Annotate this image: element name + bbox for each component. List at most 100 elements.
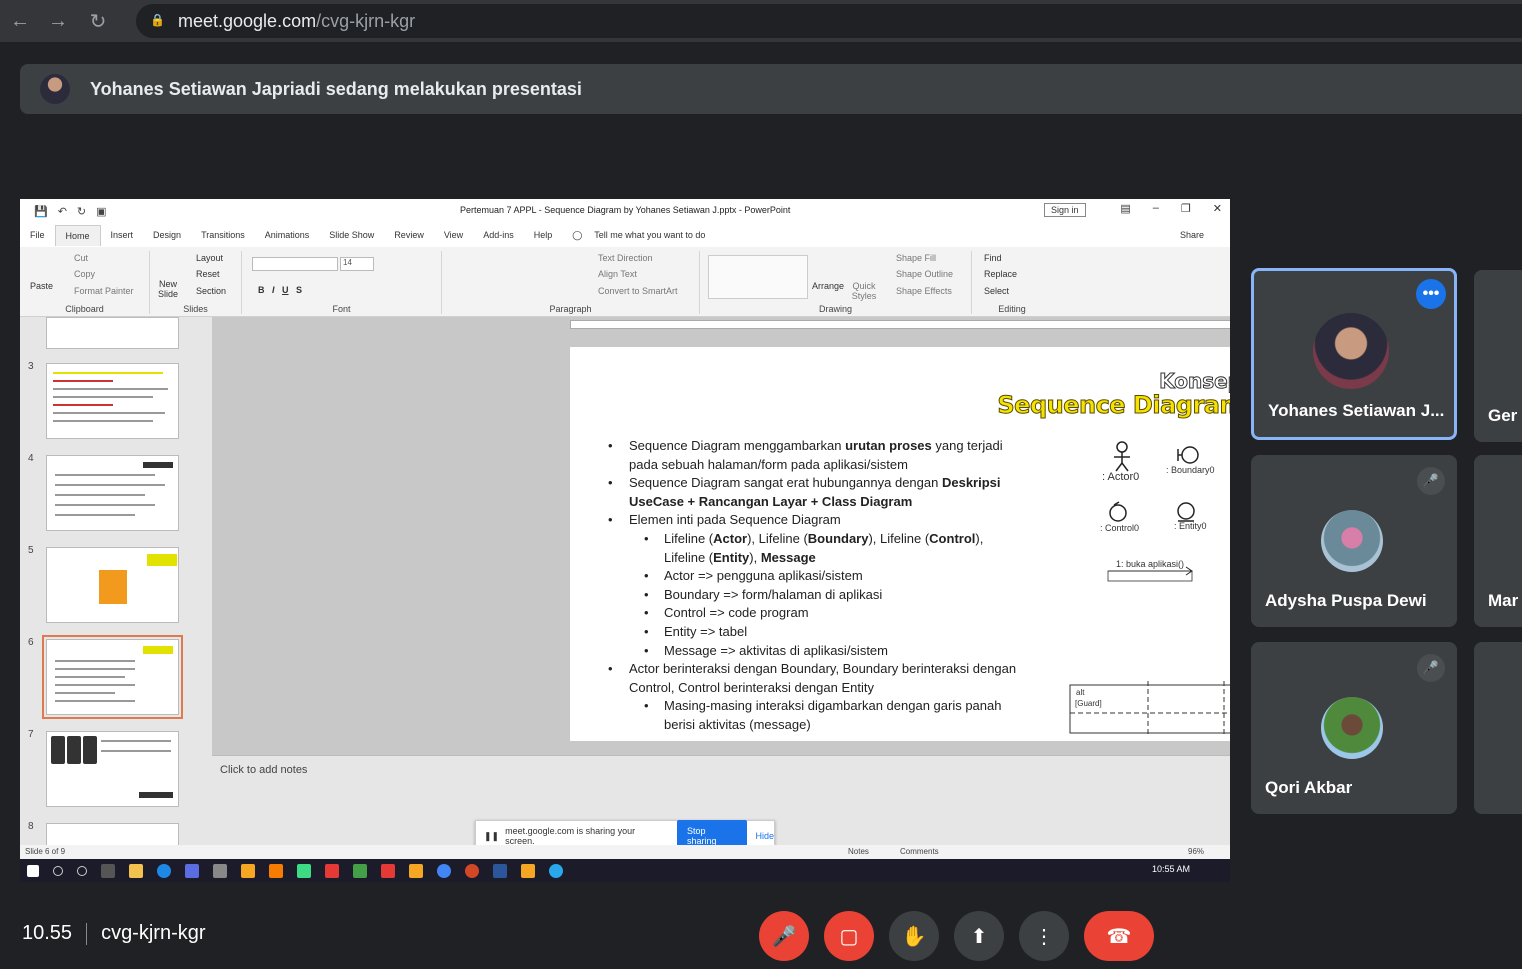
tab-animations[interactable]: Animations: [255, 230, 320, 240]
zoom-level[interactable]: 96%: [1188, 847, 1204, 856]
tab-help[interactable]: Help: [524, 230, 563, 240]
tab-review[interactable]: Review: [384, 230, 434, 240]
slide-thumbnail[interactable]: [46, 547, 179, 623]
participant-tile-active[interactable]: ••• Yohanes Setiawan J...: [1251, 268, 1457, 440]
app-icon[interactable]: [353, 863, 367, 878]
app-icon[interactable]: [213, 863, 227, 878]
cut-button[interactable]: Cut: [74, 253, 88, 263]
tab-design[interactable]: Design: [143, 230, 191, 240]
new-slide-button[interactable]: New Slide: [154, 279, 182, 299]
comments-toggle[interactable]: Comments: [900, 847, 939, 856]
replace-button[interactable]: Replace: [984, 269, 1017, 279]
layout-button[interactable]: Layout: [196, 253, 223, 263]
arrange-button[interactable]: Arrange: [812, 281, 844, 291]
app-icon[interactable]: [269, 863, 283, 878]
shape-effects-button[interactable]: Shape Effects: [896, 286, 952, 296]
font-size-field[interactable]: 14: [340, 257, 374, 271]
paragraph-group: Text Direction Align Text Convert to Sma…: [442, 251, 700, 314]
copy-button[interactable]: Copy: [74, 269, 95, 279]
shapes-gallery[interactable]: [708, 255, 808, 299]
search-icon[interactable]: [53, 865, 63, 876]
current-slide[interactable]: Konsep Sequence Diagram Sequence Diagram…: [570, 347, 1230, 741]
app-icon[interactable]: [521, 863, 535, 878]
powerpoint-icon[interactable]: [465, 863, 479, 878]
start-slideshow-icon[interactable]: ▣: [96, 205, 106, 218]
present-button[interactable]: ⬆: [954, 911, 1004, 961]
app-icon[interactable]: [381, 863, 395, 878]
task-view-icon[interactable]: [101, 863, 115, 878]
cortana-icon[interactable]: [77, 865, 87, 876]
clipboard-group: Paste Cut Copy Format Painter Clipboard: [20, 251, 150, 314]
app-icon[interactable]: [185, 863, 199, 878]
slide-thumbnail-selected[interactable]: [42, 635, 183, 719]
sign-in-button[interactable]: Sign in: [1044, 203, 1086, 217]
slide-thumbnail[interactable]: [46, 823, 179, 847]
participant-tile[interactable]: Mar: [1474, 455, 1522, 627]
ribbon-display-icon[interactable]: ▤: [1120, 202, 1130, 215]
hide-button[interactable]: Hide: [755, 831, 774, 841]
paste-button[interactable]: Paste: [30, 281, 53, 291]
quick-styles-button[interactable]: Quick Styles: [850, 281, 878, 301]
chrome-icon[interactable]: [437, 863, 451, 878]
tab-add-ins[interactable]: Add-ins: [473, 230, 524, 240]
tab-home[interactable]: Home: [54, 224, 101, 246]
app-icon[interactable]: [409, 863, 423, 878]
tab-slide-show[interactable]: Slide Show: [319, 230, 384, 240]
notes-toggle[interactable]: Notes: [848, 847, 869, 856]
save-icon[interactable]: 💾: [34, 205, 48, 218]
address-bar[interactable]: 🔒 meet.google.com/cvg-kjrn-kgr: [136, 4, 1522, 38]
raise-hand-button[interactable]: ✋: [889, 911, 939, 961]
more-options-button[interactable]: ⋮: [1019, 911, 1069, 961]
slide-thumbnail[interactable]: [46, 317, 179, 349]
android-studio-icon[interactable]: [297, 863, 311, 878]
participant-tile[interactable]: 🎤 Qori Akbar: [1251, 642, 1457, 814]
clipboard-label: Clipboard: [65, 304, 104, 314]
section-button[interactable]: Section: [196, 286, 226, 296]
slide-thumbnail[interactable]: [46, 363, 179, 439]
redo-icon[interactable]: ↻: [77, 205, 86, 218]
file-explorer-icon[interactable]: [129, 863, 143, 878]
convert-smartart-button[interactable]: Convert to SmartArt: [598, 286, 678, 296]
tab-view[interactable]: View: [434, 230, 473, 240]
camera-toggle-button[interactable]: ▢: [824, 911, 874, 961]
windows-start-icon[interactable]: [27, 864, 39, 877]
bullet-item: Sequence Diagram sangat erat hubungannya…: [608, 474, 1028, 511]
find-button[interactable]: Find: [984, 253, 1002, 263]
reset-button[interactable]: Reset: [196, 269, 220, 279]
word-icon[interactable]: [493, 863, 507, 878]
forward-icon[interactable]: →: [38, 0, 78, 42]
reload-icon[interactable]: ↻: [78, 0, 118, 42]
mic-toggle-button[interactable]: 🎤: [759, 911, 809, 961]
bold-button[interactable]: B I U S: [258, 285, 302, 295]
slide-thumbnail[interactable]: [46, 455, 179, 531]
text-direction-button[interactable]: Text Direction: [598, 253, 653, 263]
minimize-icon[interactable]: –: [1153, 202, 1159, 215]
app-icon[interactable]: [241, 863, 255, 878]
slide-konsep: Konsep: [1159, 369, 1230, 394]
tab-transitions[interactable]: Transitions: [191, 230, 255, 240]
slide-thumbnail[interactable]: [46, 731, 179, 807]
pause-icon: ❚❚: [484, 830, 500, 841]
align-text-button[interactable]: Align Text: [598, 269, 637, 279]
app-icon[interactable]: [325, 863, 339, 878]
format-painter-button[interactable]: Format Painter: [74, 286, 134, 296]
participant-tile[interactable]: [1474, 642, 1522, 814]
select-button[interactable]: Select: [984, 286, 1009, 296]
telegram-icon[interactable]: [549, 863, 563, 878]
tab-file[interactable]: File: [20, 230, 55, 240]
end-call-button[interactable]: ☎: [1084, 911, 1154, 961]
shape-outline-button[interactable]: Shape Outline: [896, 269, 953, 279]
undo-icon[interactable]: ↶: [58, 205, 67, 218]
font-name-field[interactable]: [252, 257, 338, 271]
tab-insert[interactable]: Insert: [101, 230, 144, 240]
tell-me-field[interactable]: Tell me what you want to do: [592, 230, 715, 240]
close-icon[interactable]: ✕: [1213, 202, 1222, 215]
restore-icon[interactable]: ❐: [1181, 202, 1191, 215]
back-icon[interactable]: ←: [0, 0, 40, 42]
more-options-icon[interactable]: •••: [1416, 279, 1446, 309]
participant-tile[interactable]: 🎤 Adysha Puspa Dewi: [1251, 455, 1457, 627]
edge-icon[interactable]: [157, 863, 171, 878]
shape-fill-button[interactable]: Shape Fill: [896, 253, 936, 263]
participant-tile[interactable]: Ger: [1474, 270, 1522, 442]
share-button[interactable]: Share: [1170, 230, 1214, 240]
